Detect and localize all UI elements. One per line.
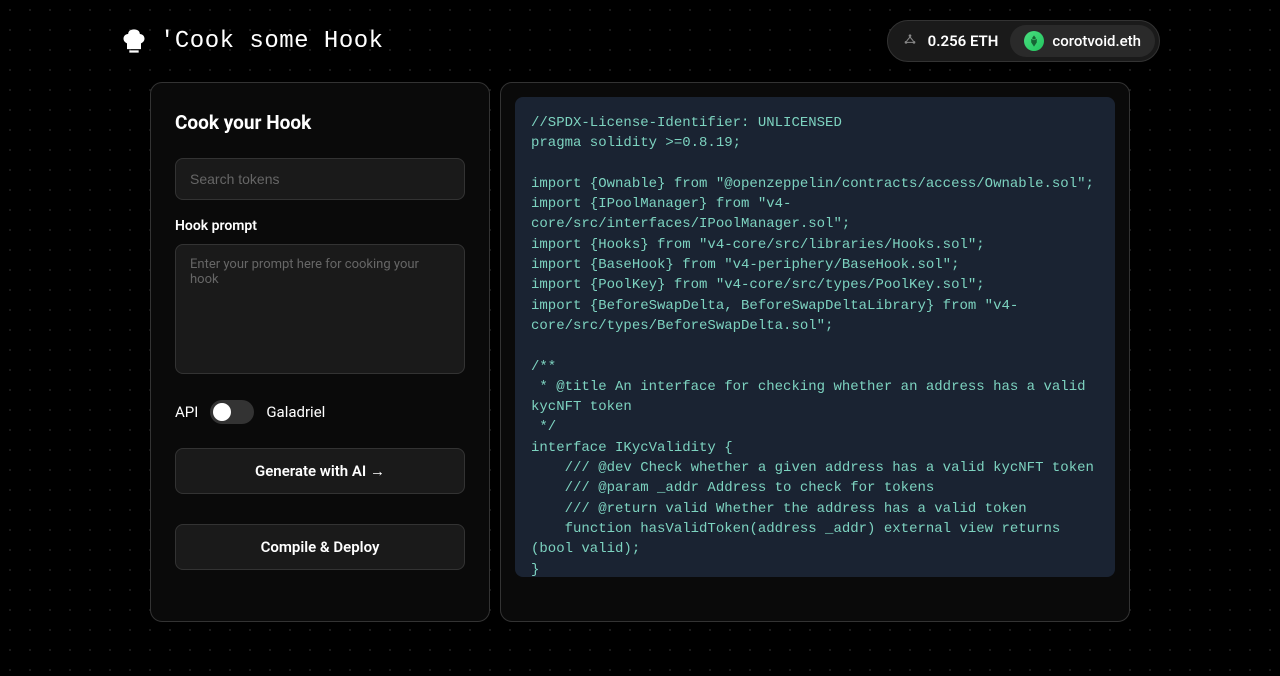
ens-pill[interactable]: corotvoid.eth: [1010, 25, 1155, 57]
code-panel: //SPDX-License-Identifier: UNLICENSED pr…: [500, 82, 1130, 622]
avatar-icon: [1024, 31, 1044, 51]
logo-area: 'Cook some Hook: [120, 27, 384, 55]
network-icon: [902, 33, 918, 49]
toggle-knob: [213, 403, 231, 421]
cook-panel: Cook your Hook Hook prompt API Galadriel…: [150, 82, 490, 622]
mode-toggle-row: API Galadriel: [175, 400, 465, 424]
panel-title: Cook your Hook: [175, 111, 465, 134]
main-content: Cook your Hook Hook prompt API Galadriel…: [0, 82, 1280, 622]
app-title: 'Cook some Hook: [160, 28, 384, 55]
code-editor[interactable]: //SPDX-License-Identifier: UNLICENSED pr…: [515, 97, 1115, 577]
header: 'Cook some Hook 0.256 ETH corotvoid.eth: [0, 0, 1280, 82]
prompt-textarea[interactable]: [175, 244, 465, 374]
search-tokens-input[interactable]: [175, 158, 465, 200]
prompt-label: Hook prompt: [175, 218, 465, 234]
mode-toggle[interactable]: [210, 400, 254, 424]
ens-name: corotvoid.eth: [1052, 32, 1141, 50]
wallet-balance: 0.256 ETH: [928, 32, 999, 50]
toggle-label-api: API: [175, 403, 198, 421]
chef-hat-icon: [120, 27, 148, 55]
compile-deploy-button[interactable]: Compile & Deploy: [175, 524, 465, 570]
toggle-label-galadriel: Galadriel: [266, 403, 325, 421]
wallet-connect[interactable]: 0.256 ETH corotvoid.eth: [887, 20, 1160, 62]
generate-button[interactable]: Generate with AI →: [175, 448, 465, 494]
